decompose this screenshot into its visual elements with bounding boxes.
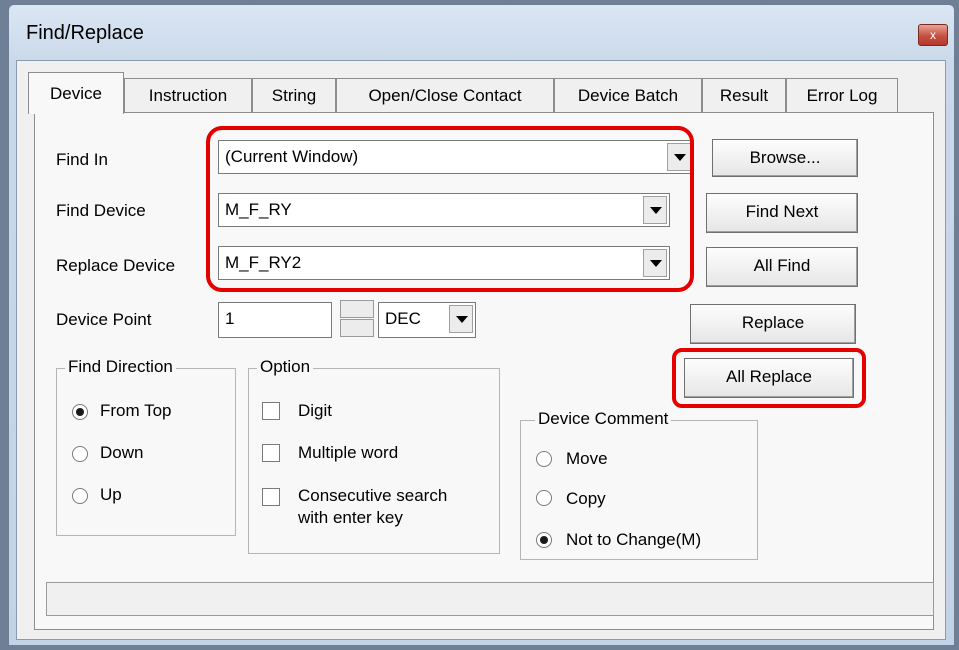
option-title: Option [257, 357, 314, 377]
radio-up[interactable] [72, 488, 88, 504]
tab-error-log[interactable]: Error Log [786, 78, 898, 112]
radio-move[interactable] [536, 451, 552, 467]
digit-label: Digit [298, 401, 333, 420]
move-label: Move [566, 449, 608, 468]
consecutive-search-checkbox[interactable] [262, 488, 280, 506]
consecutive-search-label-line2: with enter key [298, 508, 403, 527]
radio-copy[interactable] [536, 490, 552, 506]
device-point-value: 1 [225, 309, 235, 328]
find-in-label: Find In [56, 150, 108, 169]
radix-value: DEC [385, 309, 421, 328]
find-next-button[interactable]: Find Next [706, 193, 858, 233]
tab-device-batch[interactable]: Device Batch [554, 78, 702, 112]
status-bar [46, 582, 934, 616]
device-point-input[interactable]: 1 [218, 302, 332, 338]
all-find-button[interactable]: All Find [706, 247, 858, 287]
browse-button[interactable]: Browse... [712, 139, 858, 177]
find-device-label: Find Device [56, 201, 146, 220]
window-title: Find/Replace [26, 22, 144, 44]
device-point-spinner[interactable] [340, 300, 374, 338]
highlight-device-fields [206, 126, 694, 292]
highlight-all-replace [672, 348, 866, 408]
not-to-change-label: Not to Change(M) [566, 530, 702, 549]
copy-label: Copy [566, 489, 606, 508]
chevron-down-icon[interactable] [449, 305, 473, 333]
radio-from-top[interactable] [72, 404, 88, 420]
radio-not-to-change[interactable] [536, 532, 552, 548]
tab-open-close-contact[interactable]: Open/Close Contact [336, 78, 554, 112]
spin-down-icon[interactable] [340, 319, 374, 337]
tab-device[interactable]: Device [28, 72, 124, 114]
tab-instruction[interactable]: Instruction [124, 78, 252, 112]
radix-select[interactable]: DEC [378, 302, 476, 338]
tab-result[interactable]: Result [702, 78, 786, 112]
replace-button[interactable]: Replace [690, 304, 856, 344]
radio-down[interactable] [72, 446, 88, 462]
from-top-label: From Top [100, 401, 172, 420]
find-direction-title: Find Direction [65, 357, 176, 377]
close-button[interactable]: x [918, 24, 948, 46]
consecutive-search-label: Consecutive search [298, 486, 448, 505]
up-label: Up [100, 485, 122, 504]
spin-up-icon[interactable] [340, 300, 374, 318]
multiple-word-checkbox[interactable] [262, 444, 280, 462]
multiple-word-label: Multiple word [298, 443, 399, 462]
tab-string[interactable]: String [252, 78, 336, 112]
device-comment-title: Device Comment [535, 409, 672, 429]
device-point-label: Device Point [56, 310, 152, 329]
replace-device-label: Replace Device [56, 256, 176, 275]
digit-checkbox[interactable] [262, 402, 280, 420]
down-label: Down [100, 443, 144, 462]
